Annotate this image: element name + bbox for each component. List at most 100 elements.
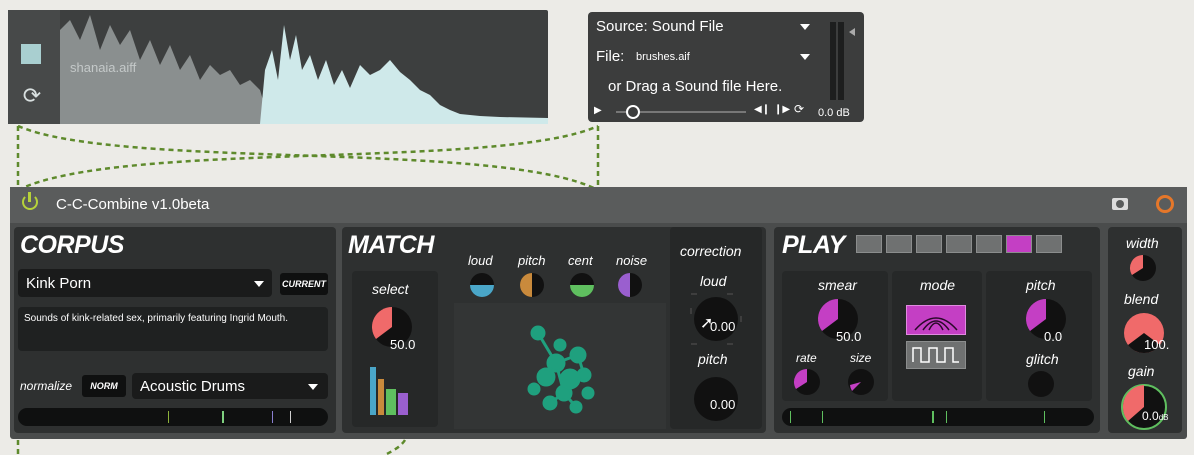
current-button[interactable]: CURRENT xyxy=(280,273,328,295)
rate-knob[interactable] xyxy=(792,367,822,397)
corpus-plot[interactable] xyxy=(454,303,666,429)
play-icon[interactable]: ▶ xyxy=(594,105,602,116)
timeline-marker xyxy=(168,411,169,423)
envelope-shape-5[interactable] xyxy=(976,235,1002,253)
power-icon-bar xyxy=(28,192,31,202)
position-slider-handle[interactable] xyxy=(626,105,640,119)
corpus-timeline[interactable] xyxy=(18,408,328,426)
rewind-icon[interactable]: ◀❙ xyxy=(754,104,770,115)
correction-loud-value: 0.00 xyxy=(710,319,736,334)
pulse-icon xyxy=(912,347,959,363)
envelope-shape-7[interactable] xyxy=(1036,235,1062,253)
blend-value: 100. xyxy=(1144,337,1170,352)
size-knob[interactable] xyxy=(846,367,876,397)
loud-descriptor-knob[interactable] xyxy=(468,271,496,299)
descriptor-bar xyxy=(386,389,396,415)
play-timeline[interactable] xyxy=(782,408,1094,426)
timeline-marker xyxy=(946,411,947,423)
gain-number: 0.0 xyxy=(1142,409,1159,423)
gain-knob[interactable] xyxy=(1118,381,1170,433)
grains-icon xyxy=(914,317,958,331)
rate-label: rate xyxy=(796,351,817,365)
correction-pitch-label: pitch xyxy=(698,351,728,367)
corpus-cluster xyxy=(527,325,595,414)
match-panel: MATCH select 50.0 loud pitch cent noise xyxy=(342,227,766,433)
descriptor-bar xyxy=(370,367,376,415)
norm-dropdown-icon xyxy=(308,384,318,390)
mouse-cursor-icon: ➚ xyxy=(700,315,714,332)
file-label: File: xyxy=(596,48,625,65)
select-label: select xyxy=(372,281,409,297)
envelope-shape-3[interactable] xyxy=(916,235,942,253)
glitch-knob[interactable] xyxy=(1026,369,1056,399)
glitch-label: glitch xyxy=(1026,351,1059,367)
envelope-shape-4[interactable] xyxy=(946,235,972,253)
width-knob[interactable] xyxy=(1128,253,1158,283)
file-name[interactable]: brushes.aif xyxy=(636,51,690,63)
norm-button[interactable]: NORM xyxy=(82,375,126,397)
corpus-select-value: Kink Porn xyxy=(26,275,92,292)
correction-label: correction xyxy=(680,243,742,259)
mode-grains-button[interactable] xyxy=(906,305,966,335)
level-meter-right xyxy=(838,22,844,100)
source-dropdown-icon[interactable] xyxy=(800,24,810,30)
loop-toggle-icon[interactable]: ⟳ xyxy=(794,102,804,116)
cent-descriptor-knob[interactable] xyxy=(568,271,596,299)
forward-icon[interactable]: ❙▶ xyxy=(774,104,790,115)
timeline-marker xyxy=(222,411,224,423)
level-meter-left xyxy=(830,22,836,100)
drag-drop-area[interactable]: or Drag a Sound file Here. xyxy=(608,78,782,95)
play-panel: PLAY smear 50.0 rate size mode pitch 0.0… xyxy=(774,227,1100,433)
smear-box: smear 50.0 rate size xyxy=(782,271,888,401)
corpus-select[interactable]: Kink Porn xyxy=(18,269,272,297)
play-heading: PLAY xyxy=(782,231,845,259)
play-pitch-label: pitch xyxy=(1026,277,1056,293)
pitch-descriptor-knob[interactable] xyxy=(518,271,546,299)
corpus-heading: CORPUS xyxy=(20,231,124,259)
norm-corpus-select[interactable]: Acoustic Drums xyxy=(132,373,328,399)
descriptor-label-noise: noise xyxy=(616,253,648,268)
timeline-marker xyxy=(932,411,934,423)
source-label[interactable]: Source: Sound File xyxy=(596,18,724,35)
device-title: C-C-Combine v1.0beta xyxy=(56,196,210,213)
descriptor-bar xyxy=(378,379,384,415)
camera-lens xyxy=(1116,200,1124,208)
smear-value: 50.0 xyxy=(836,329,862,344)
timeline-marker xyxy=(790,411,791,423)
select-value: 50.0 xyxy=(390,337,416,352)
corpus-dropdown-icon xyxy=(254,281,264,287)
timeline-marker xyxy=(272,411,273,423)
sound-source-panel: Source: Sound File File: brushes.aif or … xyxy=(588,12,864,122)
mode-pulse-button[interactable] xyxy=(906,341,966,369)
envelope-shape-1[interactable] xyxy=(856,235,882,253)
normalize-label: normalize xyxy=(20,379,73,393)
timeline-marker xyxy=(822,411,823,423)
blend-label: blend xyxy=(1124,291,1159,307)
corpus-description-box: Sounds of kink-related sex, primarily fe… xyxy=(18,307,328,351)
envelope-shape-6[interactable] xyxy=(1006,235,1032,253)
rodrigo-logo-icon[interactable] xyxy=(1156,195,1174,213)
level-readout: 0.0 dB xyxy=(818,107,850,119)
descriptor-label-pitch: pitch xyxy=(518,253,546,268)
correction-pitch-value: 0.00 xyxy=(710,397,736,412)
noise-descriptor-knob[interactable] xyxy=(616,271,644,299)
combine-device: C-C-Combine v1.0beta CORPUS Kink Porn CU… xyxy=(10,187,1187,439)
envelope-shape-2[interactable] xyxy=(886,235,912,253)
match-heading: MATCH xyxy=(348,231,434,259)
output-panel: width blend 100. gain 0.0dB xyxy=(1108,227,1182,433)
norm-corpus-value: Acoustic Drums xyxy=(140,378,246,395)
descriptor-label-loud: loud xyxy=(468,253,493,268)
select-box: select 50.0 xyxy=(352,271,438,427)
level-marker-icon xyxy=(849,28,855,36)
mode-box: mode xyxy=(892,271,982,401)
smear-label: smear xyxy=(818,277,857,293)
corpus-panel: CORPUS Kink Porn CURRENT Sounds of kink-… xyxy=(14,227,336,433)
timeline-marker xyxy=(1044,411,1045,423)
descriptor-bar xyxy=(398,393,408,415)
gain-unit: dB xyxy=(1158,413,1169,422)
descriptor-label-cent: cent xyxy=(568,253,593,268)
file-dropdown-icon[interactable] xyxy=(800,54,810,60)
size-label: size xyxy=(850,351,872,365)
mode-label: mode xyxy=(920,277,956,293)
device-titlebar: C-C-Combine v1.0beta xyxy=(10,187,1187,223)
